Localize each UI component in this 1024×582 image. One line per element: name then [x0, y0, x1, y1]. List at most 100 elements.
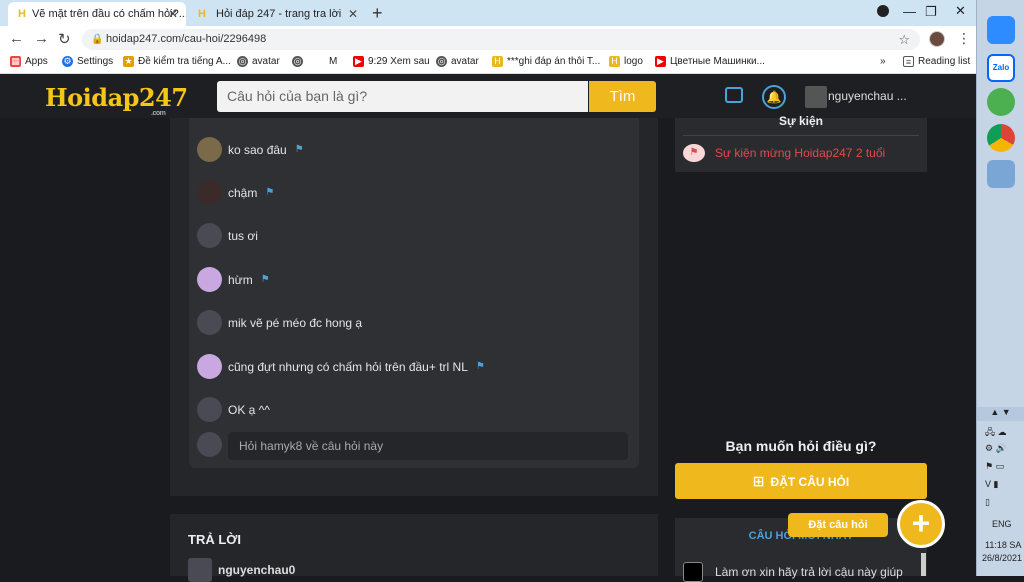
event-link[interactable]: ⚑ Sự kiện mừng Hoidap247 2 tuổi	[683, 144, 885, 162]
close-tab-icon[interactable]: ✕	[168, 7, 178, 21]
tray-scroll[interactable]: ▲ ▼	[977, 407, 1024, 421]
comment-item: mik vẽ pé méo đc hong ạ	[197, 310, 362, 335]
zalo-icon[interactable]: Zalo	[987, 54, 1015, 82]
comment-item: OK ạ ^^	[197, 397, 270, 422]
reload-icon[interactable]: ↻	[58, 30, 71, 48]
avatar[interactable]	[197, 354, 222, 379]
fab-label[interactable]: Đặt câu hỏi	[788, 513, 888, 537]
new-tab-button[interactable]: +	[372, 3, 383, 24]
minimize-button[interactable]: —	[903, 4, 916, 19]
close-window-button[interactable]: ✕	[945, 3, 976, 25]
comment-text: ko sao đâu	[228, 142, 287, 157]
comment-text: tus ơi	[228, 228, 258, 243]
bookmark-apps[interactable]: ▦ Apps	[10, 56, 48, 67]
bookmark-label: avatar	[451, 56, 479, 67]
bookmark-settings[interactable]: ⚙ Settings	[62, 56, 113, 67]
forward-arrow-icon[interactable]: →	[34, 30, 49, 47]
clock-date[interactable]: 26/8/2021	[982, 553, 1022, 563]
chat-icon[interactable]	[725, 87, 743, 103]
reply-input[interactable]: Hỏi hamyk8 về câu hỏi này	[228, 432, 628, 460]
url-text: hoidap247.com/cau-hoi/2296498	[106, 33, 267, 45]
comment-text: cũng đựt nhưng có chấm hỏi trên đầu+ trl…	[228, 359, 468, 374]
latest-question-text[interactable]: Làm ơn xin hãy trả lời cậu này giúp	[715, 565, 903, 579]
address-bar[interactable]: 🔒 hoidap247.com/cau-hoi/2296498 ☆	[82, 29, 920, 50]
username[interactable]: nguyenchau ...	[828, 89, 907, 103]
bookmark-label: Settings	[77, 56, 114, 67]
tab-question[interactable]: H Vẽ mặt trên đầu có chấm hỏi?... ✕	[8, 2, 186, 26]
tab-hoidap[interactable]: H Hỏi đáp 247 - trang tra lời ✕	[188, 2, 366, 26]
latest-question-item[interactable]: Làm ơn xin hãy trả lời cậu này giúp	[683, 562, 903, 582]
bookmark-label: logo	[624, 56, 643, 67]
media-icon[interactable]	[877, 5, 889, 17]
bookmark-globe[interactable]: ◎	[292, 56, 307, 67]
avatar[interactable]	[197, 223, 222, 248]
divider	[683, 135, 919, 136]
bookmark-label: 9:29 Xem sau	[368, 56, 430, 67]
search-input[interactable]: Câu hỏi của bạn là gì?	[217, 81, 588, 112]
ask-heading: Bạn muốn hỏi điều gì?	[725, 438, 877, 454]
answer-author[interactable]: nguyenchau0	[188, 558, 295, 582]
flag-icon[interactable]: ⚑	[476, 361, 485, 372]
more-bookmarks-icon[interactable]: »	[880, 56, 886, 67]
bookmark-m[interactable]: M	[329, 56, 337, 67]
flag-icon[interactable]: ⚑	[295, 144, 304, 155]
tab-strip: H Vẽ mặt trên đầu có chấm hỏi?... ✕ H Hỏ…	[0, 0, 976, 26]
site-logo[interactable]: Hoidap247 .com	[45, 83, 188, 117]
avatar[interactable]	[197, 180, 222, 205]
add-question-icon: ⊞	[752, 473, 765, 489]
scrollbar[interactable]	[921, 553, 926, 576]
zoom-icon[interactable]	[987, 16, 1015, 44]
avatar	[197, 432, 222, 457]
avatar[interactable]	[197, 310, 222, 335]
bookmark-avatar-2[interactable]: ◎ avatar	[436, 56, 479, 67]
tray-icons[interactable]: ⚙ 🔊	[985, 443, 1007, 454]
bookmark-cars[interactable]: ▶ Цветные Машинки...	[655, 56, 765, 67]
avatar[interactable]	[197, 137, 222, 162]
answer-username[interactable]: nguyenchau0	[218, 563, 295, 577]
event-link-text[interactable]: Sự kiện mừng Hoidap247 2 tuổi	[715, 146, 885, 160]
bookmark-ghi[interactable]: H ***ghi đáp án thôi T...	[492, 56, 600, 67]
photos-icon[interactable]	[987, 160, 1015, 188]
tray-icons[interactable]: 🖧 ☁	[985, 425, 1007, 441]
tray-icons[interactable]: V ▮	[985, 479, 998, 490]
bookmark-label: Đề kiểm tra tiếng A...	[138, 56, 231, 67]
tray-icons[interactable]: ⚑ ▭	[985, 461, 1004, 472]
app-icon[interactable]	[987, 88, 1015, 116]
answers-card: TRẢ LỜI nguyenchau0	[170, 514, 658, 582]
chrome-icon[interactable]	[987, 124, 1015, 152]
user-avatar[interactable]	[805, 86, 827, 108]
back-arrow-icon[interactable]: ←	[9, 30, 24, 47]
bookmark-avatar[interactable]: ◎ avatar	[237, 56, 280, 67]
clock-time[interactable]: 11:18 SA	[985, 540, 1021, 550]
flag-icon[interactable]: ⚑	[265, 187, 274, 198]
add-question-fab[interactable]: +	[897, 500, 945, 548]
event-box: Sự kiện ⚑ Sự kiện mừng Hoidap247 2 tuổi	[675, 114, 927, 172]
question-thumb	[683, 562, 703, 582]
reading-list[interactable]: ≡ Reading list	[903, 56, 970, 67]
restore-button[interactable]: ❐	[925, 4, 937, 20]
hoidap-favicon-icon: H	[18, 8, 26, 20]
battery-icon[interactable]: ▯	[985, 497, 990, 508]
language-indicator[interactable]: ENG	[992, 519, 1012, 529]
menu-kebab-icon[interactable]: ⋮	[957, 30, 971, 47]
bookmark-test[interactable]: ★ Đề kiểm tra tiếng A...	[123, 56, 231, 67]
bell-icon[interactable]: 🔔	[762, 85, 786, 109]
search-button[interactable]: Tìm	[589, 81, 656, 112]
globe-icon: ◎	[436, 56, 447, 67]
bookmark-youtube[interactable]: ▶ 9:29 Xem sau	[353, 56, 430, 67]
bookmark-label: ***ghi đáp án thôi T...	[507, 56, 601, 67]
bookmark-label: M	[329, 56, 338, 67]
bookmark-star-icon[interactable]: ☆	[898, 29, 910, 50]
bookmark-label: Reading list	[918, 56, 971, 67]
close-tab-icon[interactable]: ✕	[348, 7, 358, 21]
comment-text: chậm	[228, 185, 258, 200]
bookmark-logo[interactable]: Hlogo	[609, 56, 643, 67]
avatar[interactable]	[188, 558, 212, 582]
flag-icon[interactable]: ⚑	[261, 274, 270, 285]
avatar[interactable]	[197, 267, 222, 292]
avatar[interactable]	[197, 397, 222, 422]
profile-avatar[interactable]	[929, 31, 945, 47]
hoidap-favicon-icon: H	[609, 56, 620, 67]
comment-item: ko sao đâu ⚑	[197, 137, 304, 162]
ask-question-button[interactable]: ⊞ ĐẶT CÂU HỎI	[675, 463, 927, 499]
